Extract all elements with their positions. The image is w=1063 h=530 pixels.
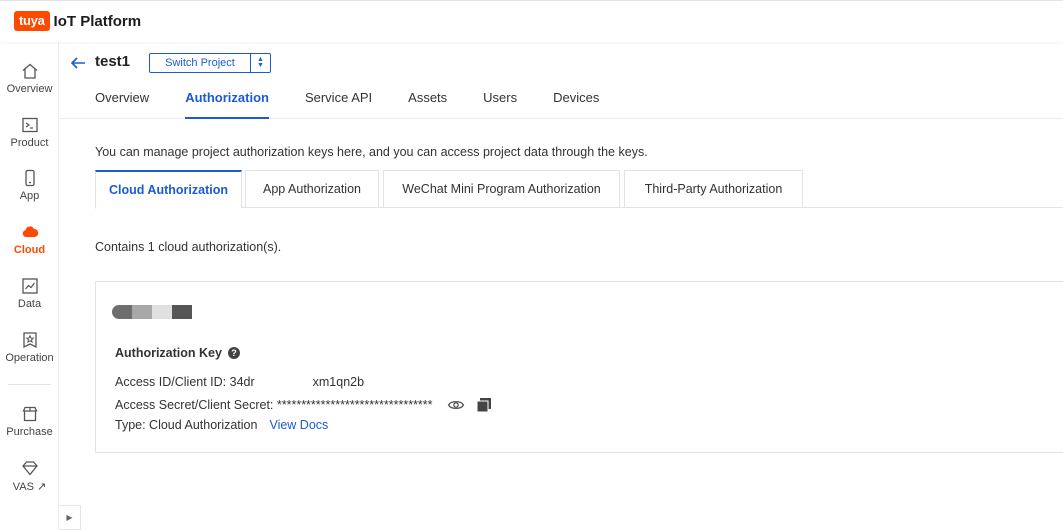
sidebar: Overview Product App Cloud Data Operatio… bbox=[0, 42, 59, 530]
copy-icon[interactable] bbox=[475, 396, 493, 414]
sidebar-item-app[interactable]: App bbox=[0, 169, 59, 202]
authorization-description: You can manage project authorization key… bbox=[95, 145, 648, 159]
phone-icon bbox=[24, 169, 35, 187]
top-bar: tuya IoT Platform bbox=[0, 0, 1063, 42]
sidebar-item-overview[interactable]: Overview bbox=[0, 62, 59, 95]
logo-badge: tuya bbox=[14, 11, 50, 31]
sidebar-item-label: Product bbox=[10, 137, 49, 149]
masked-project-name bbox=[112, 305, 192, 319]
switch-project-label: Switch Project bbox=[165, 57, 235, 69]
subtab-app-authorization[interactable]: App Authorization bbox=[245, 170, 379, 208]
authorization-card: Authorization Key ? Access ID/Client ID:… bbox=[95, 281, 1063, 453]
view-docs-link[interactable]: View Docs bbox=[269, 418, 328, 432]
project-tabs: Overview Authorization Service API Asset… bbox=[95, 90, 635, 119]
access-id-prefix: Access ID/Client ID: 34dr bbox=[115, 375, 255, 389]
tab-service-api[interactable]: Service API bbox=[305, 90, 372, 119]
sidebar-item-operation[interactable]: Operation bbox=[0, 331, 59, 364]
sidebar-collapse-button[interactable]: ▶ bbox=[59, 505, 81, 530]
sidebar-item-label: Overview bbox=[6, 83, 53, 95]
tab-authorization[interactable]: Authorization bbox=[185, 90, 269, 119]
sidebar-item-label: Purchase bbox=[6, 426, 53, 438]
diamond-icon bbox=[21, 461, 38, 476]
access-secret-row: Access Secret/Client Secret: ***********… bbox=[115, 396, 493, 414]
eye-icon[interactable] bbox=[447, 396, 465, 414]
sidebar-item-label: VAS ↗ bbox=[12, 481, 47, 493]
tab-overview[interactable]: Overview bbox=[95, 90, 149, 119]
authorization-count: Contains 1 cloud authorization(s). bbox=[95, 240, 282, 254]
subtab-cloud-authorization[interactable]: Cloud Authorization bbox=[95, 170, 242, 209]
chevron-up-down-icon: ▲ ▼ bbox=[250, 54, 270, 72]
tab-assets[interactable]: Assets bbox=[408, 90, 447, 119]
sidebar-item-label: Operation bbox=[5, 352, 54, 364]
subtab-wechat-mini-program-authorization[interactable]: WeChat Mini Program Authorization bbox=[383, 170, 620, 208]
sidebar-item-data[interactable]: Data bbox=[0, 277, 59, 310]
access-id-row: Access ID/Client ID: 34dr xm1qn2b bbox=[115, 375, 364, 389]
type-row: Type: Cloud Authorization View Docs bbox=[115, 418, 328, 432]
redacted-area bbox=[254, 375, 313, 389]
sidebar-item-label: App bbox=[19, 190, 40, 202]
platform-name: IoT Platform bbox=[53, 12, 142, 30]
sidebar-item-vas[interactable]: VAS ↗ bbox=[0, 459, 59, 493]
chart-icon bbox=[21, 278, 38, 294]
home-icon bbox=[22, 63, 37, 79]
project-header: test1 Switch Project ▲ ▼ Overview Authori… bbox=[60, 42, 1063, 119]
authorization-key-label: Authorization Key bbox=[115, 346, 222, 360]
back-arrow-icon[interactable] bbox=[69, 54, 87, 72]
sidebar-item-label: Cloud bbox=[13, 244, 46, 256]
chevron-right-icon: ▶ bbox=[66, 513, 73, 522]
cloud-icon bbox=[22, 226, 38, 237]
access-id-suffix: xm1qn2b bbox=[312, 375, 365, 389]
switch-project-select[interactable]: Switch Project ▲ ▼ bbox=[149, 53, 271, 73]
tab-users[interactable]: Users bbox=[483, 90, 517, 119]
authorization-subtabs: Cloud Authorization App Authorization We… bbox=[95, 170, 1063, 209]
authorization-key-title: Authorization Key ? bbox=[115, 346, 240, 360]
help-icon[interactable]: ? bbox=[227, 347, 240, 359]
type-text: Type: Cloud Authorization bbox=[115, 418, 258, 432]
tuya-logo[interactable]: tuya IoT Platform bbox=[14, 11, 141, 31]
terminal-icon bbox=[21, 117, 38, 133]
project-name: test1 bbox=[95, 53, 131, 70]
sidebar-item-product[interactable]: Product bbox=[0, 116, 59, 149]
sidebar-item-label: Data bbox=[17, 298, 42, 310]
sidebar-item-purchase[interactable]: Purchase bbox=[0, 405, 59, 438]
store-icon bbox=[22, 406, 37, 422]
access-secret-text: Access Secret/Client Secret: ***********… bbox=[115, 398, 433, 412]
tab-devices[interactable]: Devices bbox=[553, 90, 599, 119]
sidebar-divider bbox=[8, 384, 51, 385]
star-badge-icon bbox=[22, 332, 37, 349]
subtab-third-party-authorization[interactable]: Third-Party Authorization bbox=[624, 170, 803, 208]
sidebar-item-cloud[interactable]: Cloud bbox=[0, 223, 59, 256]
